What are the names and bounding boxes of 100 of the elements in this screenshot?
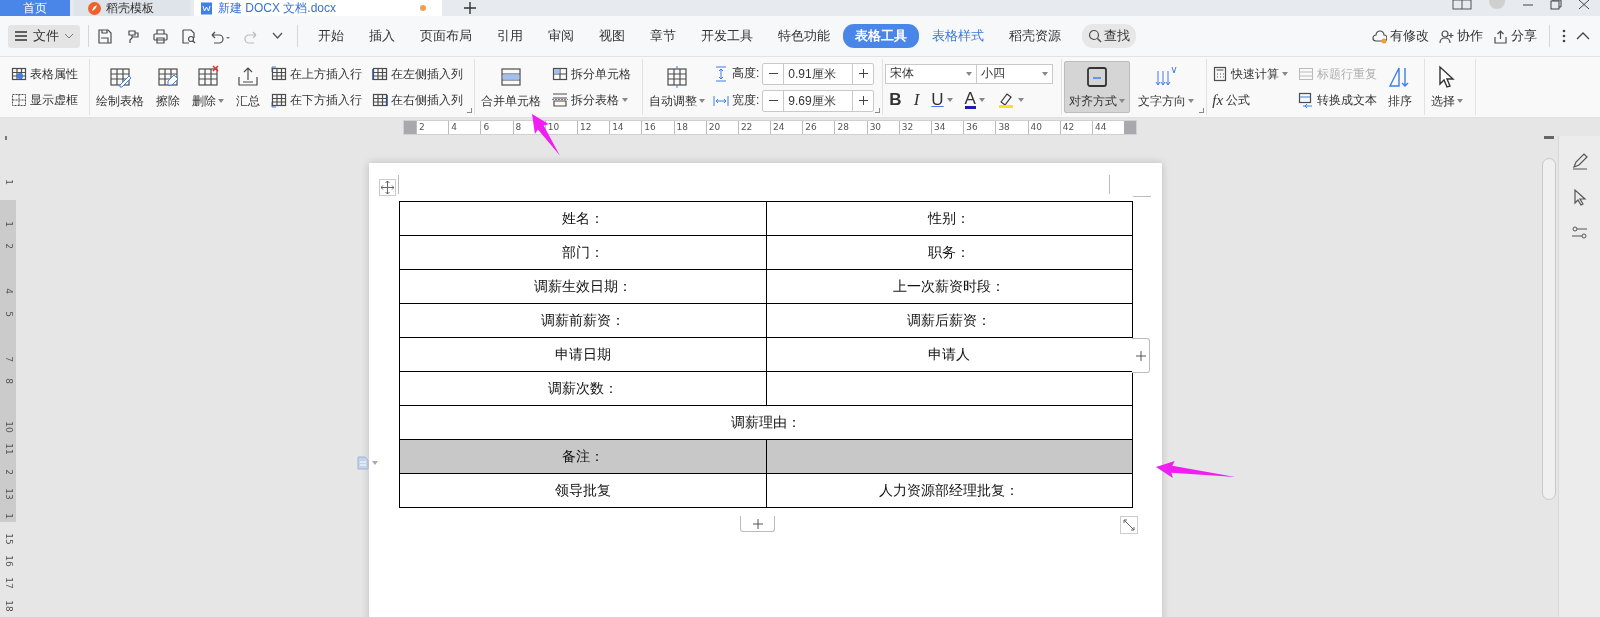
font-name-dropdown[interactable]: 宋体 bbox=[885, 63, 978, 84]
document-tab[interactable]: 新建 DOCX 文档.docx bbox=[194, 0, 442, 16]
table-cell: 上一次薪资时段： bbox=[766, 269, 1133, 304]
font-size-dropdown[interactable]: 小四 bbox=[977, 63, 1054, 84]
menu-tab[interactable]: 引用 bbox=[485, 24, 535, 48]
toolbar-action-button[interactable]: 协作 bbox=[1439, 27, 1483, 45]
user-plus-icon bbox=[1439, 28, 1454, 44]
file-menu-button[interactable]: 文件 bbox=[8, 24, 80, 48]
close-icon[interactable] bbox=[1578, 0, 1590, 10]
ribbon-button[interactable]: 文字方向 bbox=[1134, 61, 1199, 113]
table-cell: 职务： bbox=[766, 235, 1133, 270]
menu-tab[interactable]: 视图 bbox=[587, 24, 637, 48]
dialog-launcher-icon[interactable] bbox=[467, 108, 472, 113]
share-icon bbox=[1493, 28, 1508, 44]
ribbon-button[interactable]: 在下方插入行 bbox=[268, 89, 365, 111]
ribbon-button[interactable]: 擦除 bbox=[152, 61, 184, 113]
ribbon-button[interactable]: 汇总 bbox=[232, 61, 264, 113]
ruler-number: 26 bbox=[802, 120, 835, 134]
ruler-number: 40 bbox=[1027, 120, 1060, 134]
chevron-down-icon[interactable] bbox=[272, 32, 283, 40]
ruler-number: 14 bbox=[609, 120, 642, 134]
plus-icon bbox=[1135, 350, 1146, 361]
dialog-launcher-icon[interactable] bbox=[1199, 108, 1205, 113]
font-color-button[interactable]: A bbox=[960, 88, 989, 111]
menu-tab[interactable]: 开发工具 bbox=[689, 24, 765, 48]
row-height-icon bbox=[713, 65, 729, 82]
align-icon bbox=[1085, 64, 1110, 89]
table-cell: 人力资源部经理批复： bbox=[766, 473, 1133, 508]
ribbon-button[interactable]: 拆分单元格 bbox=[549, 63, 634, 85]
ribbon-button[interactable]: 在左侧插入列 bbox=[369, 63, 466, 85]
ruler-number: 1 bbox=[3, 220, 14, 227]
search-button[interactable]: 查找 bbox=[1082, 24, 1136, 48]
italic-button[interactable]: I bbox=[909, 88, 924, 111]
format-painter-icon[interactable] bbox=[125, 28, 140, 44]
resize-table-handle[interactable] bbox=[1120, 516, 1138, 534]
collapse-ribbon-icon[interactable] bbox=[1576, 32, 1590, 40]
ribbon-button[interactable]: 表格属性 bbox=[8, 63, 81, 85]
bold-button[interactable]: B bbox=[885, 88, 906, 111]
restore-icon[interactable] bbox=[1550, 0, 1562, 10]
ribbon-button[interactable]: 排序 bbox=[1384, 61, 1417, 113]
toolbar-action-button[interactable]: 分享 bbox=[1493, 27, 1537, 45]
sliders-icon[interactable] bbox=[1570, 224, 1589, 242]
ribbon-button[interactable]: 自动调整 bbox=[645, 61, 709, 113]
plus-icon bbox=[464, 2, 476, 14]
row-insert-icon bbox=[271, 92, 287, 108]
toolbar-action-button[interactable]: 有修改 bbox=[1372, 27, 1429, 45]
move-table-handle[interactable] bbox=[379, 179, 396, 196]
ruler-number: 42 bbox=[1059, 120, 1092, 134]
ruler-number: 8 bbox=[3, 378, 14, 385]
ruler-number: 28 bbox=[834, 120, 867, 134]
ribbon-button[interactable]: 拆分表格 bbox=[549, 89, 634, 111]
ribbon-button[interactable]: 选择 bbox=[1427, 61, 1468, 113]
menu-tab[interactable]: 页面布局 bbox=[408, 24, 484, 48]
menu-tab[interactable]: 表格工具 bbox=[843, 24, 919, 48]
more-options-icon[interactable] bbox=[1562, 29, 1566, 43]
ribbon-button[interactable]: 对齐方式 bbox=[1064, 61, 1131, 113]
ruler-number: 2 bbox=[3, 468, 14, 475]
ribbon-button[interactable]: 合并单元格 bbox=[477, 61, 545, 113]
plus-icon bbox=[752, 518, 763, 529]
menu-tab[interactable]: 特色功能 bbox=[766, 24, 842, 48]
field-label: 宽度: bbox=[732, 92, 760, 109]
document-tab[interactable]: 稻壳模板 bbox=[74, 0, 190, 16]
ribbon-button[interactable]: 显示虚框 bbox=[8, 89, 81, 111]
window-layout-icon[interactable] bbox=[1452, 0, 1472, 10]
menu-tab[interactable]: 稻壳资源 bbox=[997, 24, 1073, 48]
print-icon[interactable] bbox=[153, 28, 168, 44]
ruler-number: 18 bbox=[3, 600, 14, 612]
menu-tab[interactable]: 章节 bbox=[638, 24, 688, 48]
ribbon-button[interactable]: 在上方插入行 bbox=[268, 63, 365, 85]
ribbon-button[interactable]: fx 公式 bbox=[1209, 89, 1292, 111]
pen-icon[interactable] bbox=[1570, 152, 1589, 170]
menu-tab[interactable]: 表格样式 bbox=[920, 24, 996, 48]
ruler-indent-marker[interactable] bbox=[404, 120, 416, 134]
underline-button[interactable]: U bbox=[927, 88, 957, 111]
plus-icon[interactable] bbox=[858, 69, 868, 78]
ruler-number: 20 bbox=[705, 120, 738, 134]
scrollbar-thumb[interactable] bbox=[1542, 158, 1556, 500]
menu-tab[interactable]: 开始 bbox=[306, 24, 356, 48]
ruler-number: 16 bbox=[3, 555, 14, 567]
table-properties-icon bbox=[11, 66, 27, 82]
spinner-field[interactable]: 9.69厘米 bbox=[762, 89, 875, 112]
document-tab[interactable]: 首页 bbox=[0, 0, 70, 16]
ruler-number: 2 bbox=[416, 120, 449, 134]
ruler-number: 2 bbox=[3, 243, 14, 249]
menu-tab[interactable]: 插入 bbox=[357, 24, 407, 48]
split-table-icon bbox=[552, 92, 568, 108]
ribbon-button[interactable]: 在右侧插入列 bbox=[369, 89, 466, 111]
save-icon[interactable] bbox=[97, 28, 112, 44]
ribbon-button[interactable]: 转换成文本 bbox=[1295, 89, 1381, 111]
print-preview-icon[interactable] bbox=[181, 28, 196, 44]
ribbon-button[interactable]: 快速计算 bbox=[1209, 63, 1292, 85]
dialog-launcher-icon[interactable] bbox=[875, 108, 881, 113]
menu-tab[interactable]: 审阅 bbox=[536, 24, 586, 48]
ruler-indent-marker[interactable] bbox=[1124, 120, 1137, 134]
spinner-field[interactable]: 0.91厘米 bbox=[762, 62, 875, 85]
ruler-number: 15 bbox=[3, 532, 14, 545]
plus-icon[interactable] bbox=[858, 96, 868, 105]
ruler-number: 34 bbox=[931, 120, 964, 134]
ribbon-button[interactable]: 删除 bbox=[188, 61, 228, 113]
ribbon-button[interactable]: 绘制表格 bbox=[92, 61, 148, 113]
